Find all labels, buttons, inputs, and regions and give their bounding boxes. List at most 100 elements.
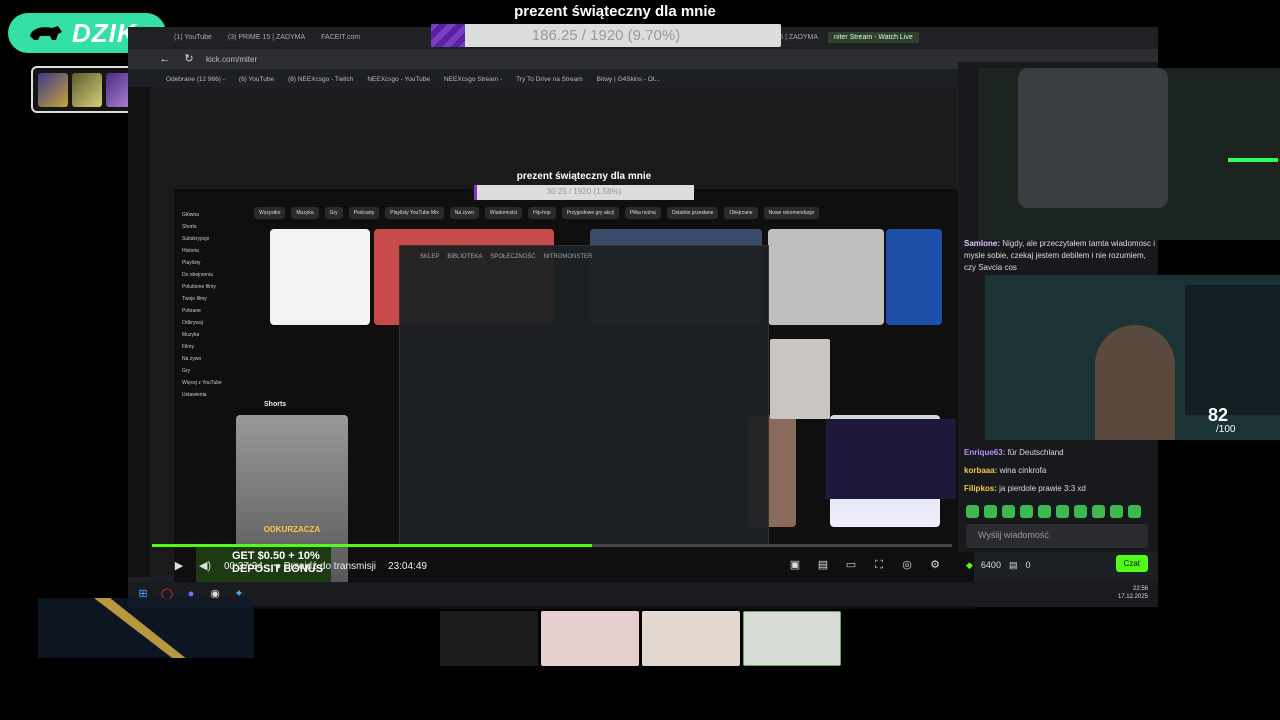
youtube-chip[interactable]: Obejrzane [724,207,758,219]
youtube-chip[interactable]: Wiadomości [484,207,523,219]
youtube-sidebar-item[interactable]: Więcej z YouTube [182,377,244,389]
system-clock[interactable]: 22:56 17.12.2025 [1118,585,1148,601]
bookmark[interactable]: Try To Drive na Stream [516,76,582,83]
video-progress-bar[interactable] [152,544,952,547]
bookmark[interactable]: Odebrane (12 966) - [166,76,225,83]
volume-icon[interactable]: ◀) [198,559,212,573]
thumb-image [38,72,68,107]
logo-text: DZIK [72,17,137,48]
steam-tabs: SKLEP BIBLIOTEKA SPOŁECZNOŚĆ NITROMONSTER [400,246,768,268]
youtube-sidebar-item[interactable]: Shorts [182,221,244,233]
youtube-sidebar-item[interactable]: Muzyka [182,329,244,341]
bookmark[interactable]: (6) YouTube [239,76,274,83]
youtube-sidebar-item[interactable]: Twoje filmy [182,293,244,305]
youtube-chip[interactable]: Przygodowe gry akcji [561,207,619,219]
emote-icon[interactable] [1074,505,1087,518]
emote-icon[interactable] [966,505,979,518]
youtube-chip[interactable]: Hip-hop [528,207,556,219]
steam-tab[interactable]: NITROMONSTER [544,254,593,260]
youtube-sidebar-item[interactable]: Pobrane [182,305,244,317]
pip-icon[interactable]: ▣ [788,558,802,572]
send-chat-button[interactable]: Czat [1115,555,1148,572]
emote-bar [966,505,1141,518]
tab-active[interactable]: niter Stream - Watch Live [828,31,919,43]
video-thumbnail[interactable] [768,229,884,325]
bookmark[interactable]: (8) NEEXcsgo - Twitch [288,76,353,83]
webcam-top [978,68,1280,240]
youtube-chip[interactable]: Piłka nożna [624,207,661,219]
youtube-sidebar-item[interactable]: Gry [182,365,244,377]
steam-tab[interactable]: SKLEP [420,254,439,260]
bookmark[interactable]: Bitwy | G4Skins - Ot... [597,76,660,83]
chat-username[interactable]: Samlone: [964,239,1000,248]
quality-icon[interactable]: ◎ [900,558,914,572]
play-icon[interactable]: ▶ [172,559,186,573]
youtube-chip[interactable]: Ostatnio przesłane [666,207,719,219]
emote-icon[interactable] [1020,505,1033,518]
youtube-sidebar-item[interactable]: Subskrypcje [182,233,244,245]
skin-showcase [38,590,254,664]
emote-icon[interactable] [984,505,997,518]
webcam-overlay [826,419,956,499]
youtube-sidebar-item[interactable]: Ustawienia [182,389,244,401]
inner-goal-title: prezent świąteczny dla mnie [516,171,652,182]
youtube-sidebar-item[interactable]: Filmy [182,341,244,353]
clip-icon[interactable]: ▤ [816,558,830,572]
reload-icon[interactable]: ↻ [182,52,196,66]
bookmark[interactable]: NEEXcsgo Stream - [444,76,502,83]
youtube-chip[interactable]: Podcasty [348,207,380,219]
url-text[interactable]: kick.com/miter [206,55,257,64]
chat-username[interactable]: korbaaa: [964,466,997,475]
youtube-sidebar-item[interactable]: Na żywo [182,353,244,365]
tab[interactable]: (1) YouTube [168,32,218,43]
youtube-sidebar-item[interactable]: Historia [182,245,244,257]
live-label: Przejdź do transmisji [283,560,377,572]
steam-chat-dialog: SKLEP BIBLIOTEKA SPOŁECZNOŚĆ NITROMONSTER [399,245,769,545]
chat-message: Filipkos: ja pierdole prawie 3:3 xd [964,484,1086,493]
youtube-sidebar-item[interactable]: Polubione filmy [182,281,244,293]
theater-icon[interactable]: ▭ [844,558,858,572]
youtube-chip[interactable]: Nowe rekomendacje [763,207,820,219]
youtube-sidebar-item[interactable]: Do obejrzenia [182,269,244,281]
tab[interactable]: FACEIT.com [315,32,366,43]
video-thumbnail[interactable] [886,229,942,325]
browser-sidebar [128,87,150,577]
live-button[interactable]: ● Przejdź do transmisji [275,561,376,572]
youtube-sidebar-item[interactable]: Główna [182,209,244,221]
emote-icon[interactable] [1038,505,1051,518]
boar-icon [30,26,62,40]
back-icon[interactable]: ← [158,52,172,66]
emote-icon[interactable] [1128,505,1141,518]
chat-username[interactable]: Filipkos: [964,484,997,493]
stream-video[interactable]: prezent świąteczny dla mnie 30.25 / 1920… [150,89,974,609]
bookmark[interactable]: NEEXcsgo - YouTube [367,76,430,83]
youtube-chip[interactable]: Gry [324,207,343,219]
youtube-chip[interactable]: Na żywo [449,207,479,219]
emote-icon[interactable] [1110,505,1123,518]
shelf [1185,285,1280,415]
youtube-sidebar-item[interactable]: Playlisty [182,257,244,269]
youtube-sidebar-item[interactable]: Odkrywaj [182,317,244,329]
short-caption: ODKURZACZA [263,525,321,534]
youtube-chip[interactable]: Muzyka [291,207,319,219]
fullscreen-icon[interactable]: ⛶ [872,558,886,572]
youtube-chip[interactable]: Playlisty YouTube Mix [385,207,444,219]
player-controls: ▶ ◀) 00:37:34 ● Przejdź do transmisji 23… [152,555,952,577]
settings-icon[interactable]: ⚙ [928,558,942,572]
chat-input[interactable]: Wyślij wiadomość [966,524,1148,548]
chat-username[interactable]: Enrique63: [964,448,1005,457]
emote-icon[interactable] [1002,505,1015,518]
chat-footer: ◆ 6400 ▤ 0 Czat [966,555,1148,575]
tab[interactable]: (3) PRIME 15 | ZADYMA [222,32,311,43]
emote-icon[interactable] [1056,505,1069,518]
chat-message: korbaaa: wina cinkrofa [964,466,1046,475]
duration-time: 23:04:49 [388,560,427,572]
video-thumbnail[interactable] [270,229,370,325]
clock-time: 22:56 [1132,586,1148,592]
score-max: /100 [1216,424,1236,435]
steam-tab[interactable]: SPOŁECZNOŚĆ [490,254,535,260]
steam-tab[interactable]: BIBLIOTEKA [447,254,482,260]
emote-icon[interactable] [1092,505,1105,518]
score-value: 82 [1208,405,1229,425]
youtube-chip[interactable]: Wszystko [254,207,286,219]
